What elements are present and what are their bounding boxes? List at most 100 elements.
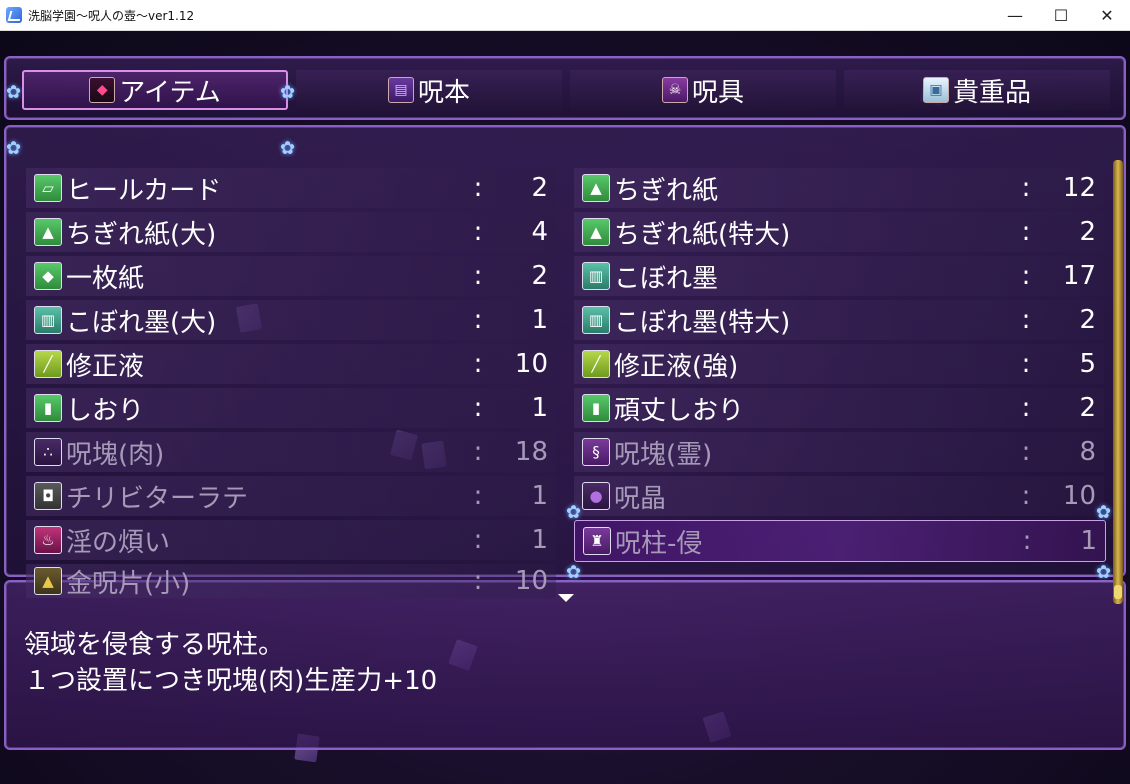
spellbook-icon: ▤	[387, 77, 414, 103]
flower-decoration-icon: ✿	[566, 562, 582, 583]
mug-icon: ◘	[34, 482, 62, 510]
item-quantity: 10	[514, 349, 548, 379]
item-row[interactable]: ╱ 修正液(強) : 5	[574, 344, 1104, 384]
flower-decoration-icon: ✿	[6, 138, 22, 159]
item-row[interactable]: ● 呪晶 : 10	[574, 476, 1104, 516]
item-row-selected[interactable]: ♜ 呪柱-侵 : 1	[574, 520, 1106, 562]
item-row[interactable]: ▮ しおり : 1	[26, 388, 556, 428]
tab-items[interactable]: ◆ アイテム	[22, 70, 288, 110]
item-name: 呪柱-侵	[615, 528, 703, 559]
tab-label: 呪本	[417, 77, 470, 108]
item-row[interactable]: ▲ ちぎれ紙(特大) : 2	[574, 212, 1104, 252]
item-quantity: 17	[1062, 261, 1096, 291]
torn-paper-icon: ▲	[582, 218, 610, 246]
item-name: ちぎれ紙	[614, 175, 719, 206]
close-button[interactable]: ✕	[1084, 0, 1130, 31]
scroll-down-arrow-icon[interactable]	[558, 594, 574, 602]
item-colon: :	[1022, 526, 1032, 556]
paper-sheet-icon: ◆	[34, 262, 62, 290]
item-name: 呪塊(霊)	[614, 439, 713, 470]
item-quantity: 1	[1080, 526, 1097, 556]
item-name: 修正液	[66, 351, 145, 382]
item-row[interactable]: ▲ 金呪片(小) : 10	[26, 564, 556, 599]
flower-decoration-icon: ✿	[1096, 502, 1112, 523]
item-quantity: 8	[1079, 437, 1096, 467]
item-quantity: 2	[1079, 393, 1096, 423]
gold-shard-icon: ▲	[34, 567, 62, 595]
item-colon: :	[473, 481, 483, 511]
flower-decoration-icon: ✿	[280, 82, 296, 103]
pillar-icon: ♜	[583, 527, 611, 555]
maximize-button[interactable]: ☐	[1038, 0, 1084, 31]
item-row[interactable]: ◘ チリビターラテ : 1	[26, 476, 556, 516]
item-quantity: 12	[1062, 173, 1096, 203]
item-colon: :	[1021, 217, 1031, 247]
item-name: こぼれ墨	[614, 263, 719, 294]
item-row[interactable]: ♨ 淫の煩い : 1	[26, 520, 556, 560]
item-row[interactable]: ▥ こぼれ墨 : 17	[574, 256, 1104, 296]
flower-decoration-icon: ✿	[566, 502, 582, 523]
help-text-line-1: 領域を侵食する呪柱。	[24, 630, 285, 660]
item-quantity: 2	[1079, 305, 1096, 335]
item-row[interactable]: § 呪塊(霊) : 8	[574, 432, 1104, 472]
item-name: 淫の煩い	[66, 527, 171, 558]
tab-label: アイテム	[119, 77, 221, 108]
item-row[interactable]: ∴ 呪塊(肉) : 18	[26, 432, 556, 472]
list-scrollbar[interactable]	[1113, 160, 1123, 604]
item-colon: :	[473, 349, 483, 379]
item-colon: :	[1021, 393, 1031, 423]
item-quantity: 1	[531, 481, 548, 511]
item-row[interactable]: ▮ 頑丈しおり : 2	[574, 388, 1104, 428]
minimize-button[interactable]: —	[992, 0, 1038, 31]
item-quantity: 2	[531, 261, 548, 291]
scrollbar-thumb[interactable]	[1114, 585, 1122, 599]
item-row[interactable]: ▱ ヒールカード : 2	[26, 168, 556, 208]
item-name: 金呪片(小)	[66, 568, 191, 599]
tab-valuables[interactable]: ▣ 貴重品	[844, 70, 1110, 110]
item-colon: :	[1021, 173, 1031, 203]
item-name: しおり	[66, 395, 145, 426]
item-name: 頑丈しおり	[614, 395, 745, 426]
ink-jar-icon: ▥	[582, 262, 610, 290]
item-name: ちぎれ紙(特大)	[614, 219, 791, 250]
item-name: 一枚紙	[66, 263, 145, 294]
item-colon: :	[473, 393, 483, 423]
card-icon: ▱	[34, 174, 62, 202]
item-row[interactable]: ◆ 一枚紙 : 2	[26, 256, 556, 296]
item-quantity: 10	[514, 566, 548, 596]
item-colon: :	[1021, 261, 1031, 291]
tab-label: 呪具	[691, 77, 744, 108]
item-colon: :	[473, 437, 483, 467]
correction-fluid-icon: ╱	[582, 350, 610, 378]
flame-icon: ♨	[34, 526, 62, 554]
item-quantity: 18	[514, 437, 548, 467]
tab-label: 貴重品	[952, 77, 1031, 108]
skeleton-icon: ☠	[661, 77, 688, 103]
item-row[interactable]: ╱ 修正液 : 10	[26, 344, 556, 384]
item-name: チリビターラテ	[66, 483, 249, 514]
window-title: 洗脳学園～呪人の壺～ver1.12	[28, 8, 195, 23]
item-row[interactable]: ▲ ちぎれ紙 : 12	[574, 168, 1104, 208]
flower-decoration-icon: ✿	[6, 82, 22, 103]
item-row[interactable]: ▲ ちぎれ紙(大) : 4	[26, 212, 556, 252]
ink-jar-icon: ▥	[34, 306, 62, 334]
tab-spellbook[interactable]: ▤ 呪本	[296, 70, 562, 110]
app-icon	[6, 7, 22, 23]
tab-cursed-tools[interactable]: ☠ 呪具	[570, 70, 836, 110]
item-colon: :	[1021, 305, 1031, 335]
item-colon: :	[473, 525, 483, 555]
bookmark-icon: ▮	[34, 394, 62, 422]
item-quantity: 2	[531, 173, 548, 203]
flower-decoration-icon: ✿	[1096, 562, 1112, 583]
item-quantity: 2	[1079, 217, 1096, 247]
item-row[interactable]: ▥ こぼれ墨(大) : 1	[26, 300, 556, 340]
item-quantity: 10	[1062, 481, 1096, 511]
gem-icon: ◆	[89, 77, 116, 103]
item-name: 呪晶	[614, 483, 667, 514]
ink-jar-icon: ▥	[582, 306, 610, 334]
correction-fluid-icon: ╱	[34, 350, 62, 378]
item-name: ちぎれ紙(大)	[66, 219, 217, 250]
item-name: こぼれ墨(大)	[66, 307, 217, 338]
item-colon: :	[473, 217, 483, 247]
item-row[interactable]: ▥ こぼれ墨(特大) : 2	[574, 300, 1104, 340]
